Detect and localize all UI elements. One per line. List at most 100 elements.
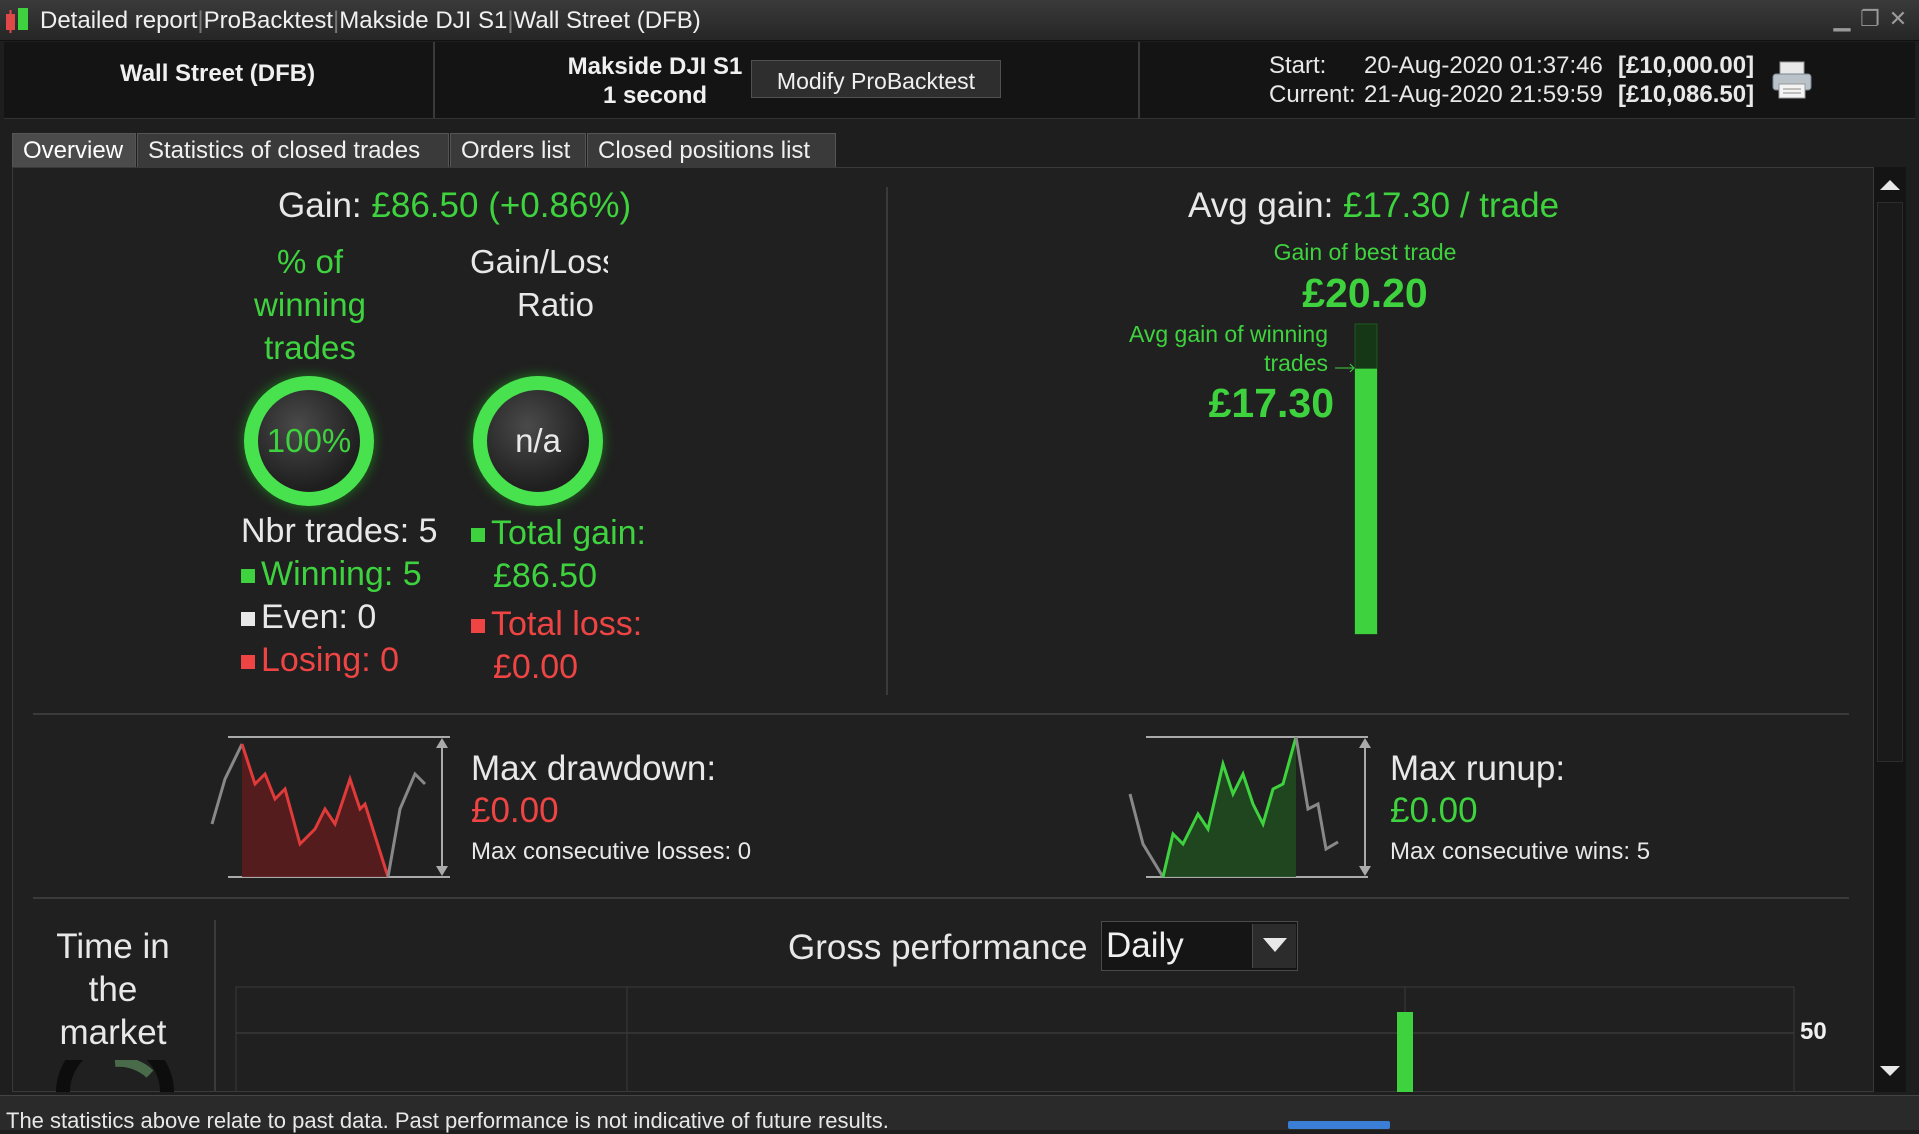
tab-statistics-closed-trades[interactable]: Statistics of closed trades [137,133,449,167]
system-info: Makside DJI S1 1 second [540,52,770,110]
drawdown-chart-icon [210,736,450,878]
current-label: Current: [1269,81,1356,108]
gain-percent: (+0.86%) [488,186,632,225]
current-date: 21-Aug-2020 21:59:59 [1364,81,1603,108]
label-line: Ratio [517,286,595,323]
avg-winning-value: £17.30 [1208,380,1334,426]
label-line: Time in [56,927,170,966]
losing-count: Losing: 0 [241,641,399,680]
period-select[interactable]: Daily [1101,921,1298,971]
ratio-label: Gain/Loss Ratio [470,240,608,326]
avg-winning-label: Avg gain of winning trades [1078,320,1328,378]
total-loss-label: Total loss: [491,605,643,643]
total-loss-marker [471,619,485,634]
nbr-trades: Nbr trades: 5 [241,512,438,550]
current-capital: [£10,086.50] [1618,81,1755,108]
total-loss: Total loss: £0.00 [471,603,642,689]
system-name: Makside DJI S1 [567,53,743,80]
max-consecutive-losses: Max consecutive losses: 0 [471,838,752,865]
winning-pct-value: 100% [266,422,352,459]
max-drawdown-value: £0.00 [471,791,559,830]
max-runup-value: £0.00 [1390,791,1478,830]
tab-overview[interactable]: Overview [12,133,136,167]
instrument-name: Wall Street (DFB) [119,60,316,87]
scroll-down-icon[interactable] [1877,1058,1903,1084]
total-gain-value: £86.50 [493,557,597,595]
best-trade-label: Gain of best trade [1273,239,1457,265]
dropdown-button[interactable] [1252,924,1296,968]
max-consecutive-wins: Max consecutive wins: 5 [1390,838,1651,865]
avg-gain-bar [1335,323,1378,635]
gross-performance-label: Gross performance [788,928,1088,967]
title-part-instrument: Wall Street (DFB) [513,7,701,34]
gain-value: £86.50 [371,186,479,225]
winning-marker [241,569,255,584]
tab-closed-positions-list[interactable]: Closed positions list [587,133,836,167]
losing-marker [241,655,255,670]
title-part-system: Makside DJI S1 [339,7,508,34]
timeframe: 1 second [602,82,708,109]
winning-pct-label: % of winning trades [220,240,400,369]
losing-text: Losing: 0 [261,641,399,679]
gross-performance-chart [235,986,1795,1092]
gain-summary: Gain: £86.50 (+0.86%) [278,186,631,226]
avg-gain-value: £17.30 / trade [1343,186,1560,225]
label-line: trades [264,329,356,366]
ratio-ring: n/a [473,376,603,506]
section-divider [214,920,216,1092]
close-icon[interactable]: ✕ [1885,6,1911,32]
max-runup-label: Max runup: [1390,749,1566,788]
window-title: Detailed report|ProBacktest|Makside DJI … [40,7,701,34]
winning-pct-ring: 100% [244,376,374,506]
label-line: % of [276,243,344,280]
even-marker [241,612,255,627]
candlestick-logo-icon [6,8,28,33]
label-line: the [88,970,138,1009]
label-line: Avg gain of winning [1128,321,1328,347]
time-in-market-label: Time in the market [28,925,198,1054]
label-line: Gain/Loss [470,243,608,280]
title-part-probacktest: ProBacktest [203,7,334,34]
total-gain: Total gain: £86.50 [471,512,646,598]
start-label: Start: [1269,52,1327,79]
total-loss-value: £0.00 [493,648,579,686]
title-part-report: Detailed report [40,7,198,34]
start-date: 20-Aug-2020 01:37:46 [1364,52,1603,79]
even-count: Even: 0 [241,598,376,637]
start-capital: [£10,000.00] [1618,52,1755,79]
restore-icon[interactable]: ❐ [1857,6,1883,32]
header-divider [1138,42,1140,118]
resize-grip[interactable] [1288,1121,1390,1129]
chevron-down-icon [1263,938,1287,952]
winning-count: Winning: 5 [241,555,422,594]
section-divider [33,713,1849,715]
avg-gain-summary: Avg gain: £17.30 / trade [1188,186,1559,226]
label-line: trades [1264,350,1328,376]
gain-label: Gain: [278,186,362,225]
period-selected-value: Daily [1106,926,1184,965]
max-drawdown-label: Max drawdown: [471,749,717,788]
scroll-up-icon[interactable] [1877,172,1903,198]
avg-gain-label: Avg gain: [1188,186,1334,225]
section-divider [886,187,888,695]
time-in-market-gauge [56,1060,174,1092]
ratio-value: n/a [515,422,561,459]
minimize-icon[interactable]: ▁ [1829,6,1855,32]
disclaimer-text: The statistics above relate to past data… [6,1108,889,1133]
label-line: winning [254,286,366,323]
axis-tick-label: 50 [1800,1018,1827,1045]
total-gain-label: Total gain: [491,514,646,552]
winning-text: Winning: 5 [261,555,422,593]
best-trade-value: £20.20 [1302,270,1428,316]
avg-gain-fill [1355,368,1377,634]
gross-performance-bar [1397,1012,1413,1092]
total-gain-marker [471,528,485,543]
label-line: market [59,1013,167,1052]
runup-chart-icon [1128,736,1371,878]
modify-probacktest-button[interactable]: Modify ProBacktest [751,60,1001,98]
even-text: Even: 0 [261,598,377,636]
scrollbar-thumb[interactable] [1877,202,1903,762]
section-divider [33,897,1849,899]
printer-icon[interactable] [1770,58,1814,102]
tab-orders-list[interactable]: Orders list [450,133,586,167]
